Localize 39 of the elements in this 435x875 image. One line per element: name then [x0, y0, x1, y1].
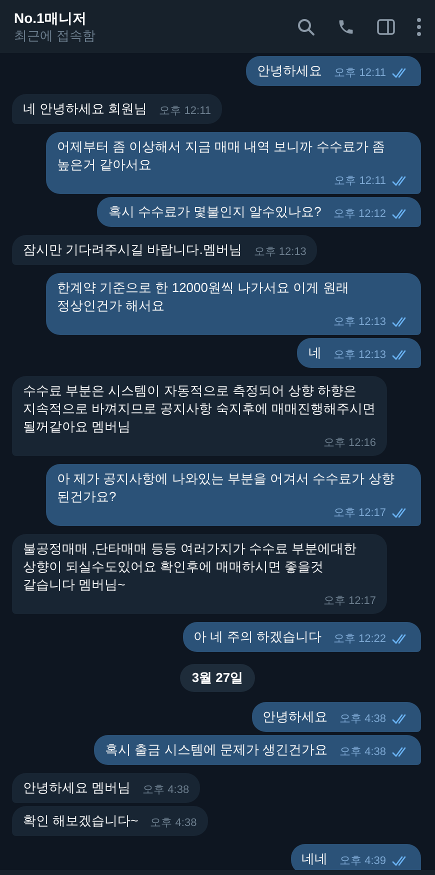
message-time: 오후 12:13 [333, 315, 386, 329]
message-text: 안녕하세요 [262, 708, 328, 726]
message-time: 오후 12:13 [254, 245, 306, 259]
message-text: 혹시 수수료가 몇불인지 알수있나요? [108, 203, 322, 221]
date-chip: 3월 27일 [180, 664, 256, 692]
message-text: 아 네 주의 하겠습니다 [194, 628, 322, 646]
message-time: 오후 12:13 [333, 348, 386, 362]
message-text: 안녕하세요 멤버님 [23, 778, 131, 796]
message-time: 오후 4:39 [340, 854, 386, 868]
message-text: 네네 [302, 850, 328, 868]
message-time: 오후 4:38 [340, 712, 386, 726]
message-text: 어제부터 좀 이상해서 지금 매매 내역 보니까 수수료가 좀 높은거 같아서요 [57, 138, 386, 174]
more-icon[interactable] [417, 18, 421, 36]
message-time: 오후 4:38 [150, 816, 197, 830]
sidebar-toggle-icon[interactable] [377, 18, 395, 34]
message-text: 네 [308, 344, 322, 362]
message-text: 아 제가 공지사항에 나와있는 부분을 어겨서 수수료가 상향 된건가요? [57, 470, 396, 506]
message-time: 오후 12:12 [333, 207, 386, 221]
message-time: 오후 12:11 [159, 104, 212, 118]
message-time: 오후 12:17 [333, 506, 386, 520]
message-text: 안녕하세요 [257, 62, 322, 80]
message-time: 오후 4:38 [142, 782, 190, 796]
message-time: 오후 12:11 [334, 66, 386, 80]
search-icon[interactable] [297, 18, 315, 36]
message-text: 한계약 기준으로 한 12000원씩 나가서요 이게 원래 정상인건가 해서요 [57, 279, 350, 315]
message-time: 오후 4:38 [340, 744, 386, 758]
message-text: 불공정매매 ,단타매매 등등 여러가지가 수수료 부분에대한 상향이 되실수도있어요 확인후에 매매하시면 좋을것 같습니다 멤버님~ [23, 540, 358, 594]
message-text: 수수료 부분은 시스템이 자동적으로 측정되어 상향 하향은 지속적으로 바껴지므로 공지사항 숙지후에 매매진행해주시면 될꺼같아요 멤버님 [23, 382, 376, 436]
phone-icon[interactable] [337, 18, 355, 36]
chat-status: 최근에 접속함 [14, 26, 97, 44]
message-time: 오후 12:22 [333, 632, 386, 646]
message-text: 혹시 출금 시스템에 문제가 생긴건가요 [105, 740, 328, 758]
message-time: 오후 12:17 [323, 594, 376, 608]
message-text: 잠시만 기다려주시길 바랍니다.멤버님 [23, 241, 242, 259]
message-time: 오후 12:16 [323, 436, 376, 450]
message-text: 확인 해보겠습니다~ [23, 812, 138, 830]
message-time: 오후 12:11 [334, 174, 386, 188]
message-text: 네 안녕하세요 회원님 [23, 100, 148, 118]
chat-title: No.1매니저 [14, 8, 88, 26]
